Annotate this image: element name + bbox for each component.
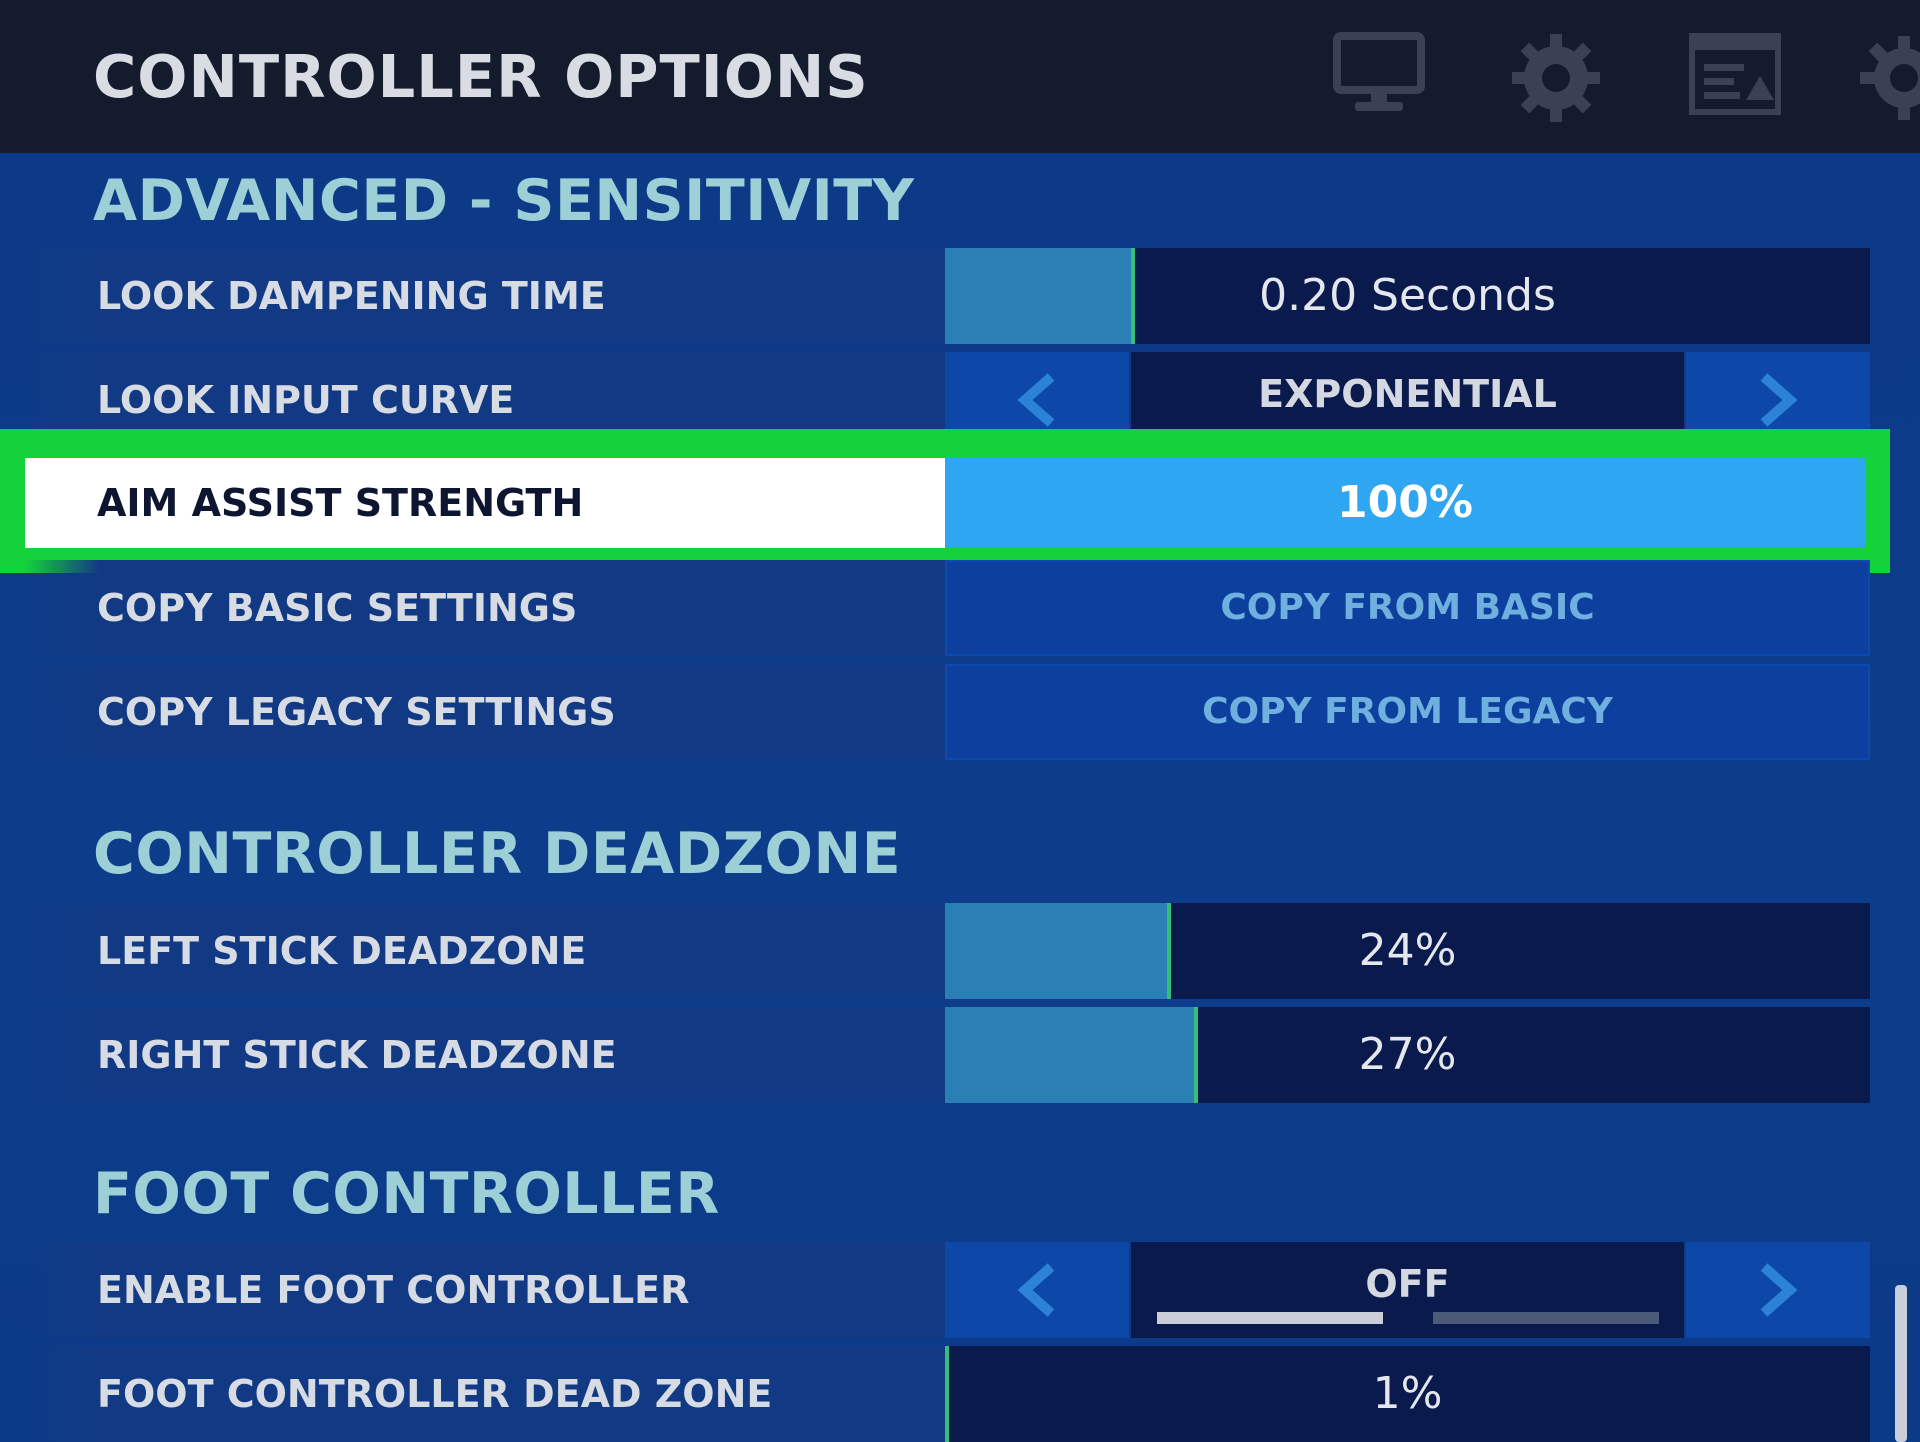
row-label: LEFT STICK DEADZONE	[97, 929, 587, 973]
gear-icon[interactable]	[1510, 32, 1602, 128]
slider-value: 24%	[1358, 925, 1457, 976]
top-bar: CONTROLLER OPTIONS	[0, 0, 1920, 153]
look-dampening-slider[interactable]: 0.20 Seconds	[945, 248, 1870, 344]
row-foot-controller-dead-zone[interactable]: FOOT CONTROLLER DEAD ZONE 1%	[25, 1346, 1870, 1442]
section-title-deadzone: CONTROLLER DEADZONE	[93, 821, 902, 887]
row-label: ENABLE FOOT CONTROLLER	[97, 1268, 690, 1312]
row-label: COPY BASIC SETTINGS	[97, 586, 578, 630]
row-copy-basic: COPY BASIC SETTINGS COPY FROM BASIC	[25, 560, 1870, 656]
slider-value: 100%	[1337, 477, 1473, 528]
left-stick-deadzone-slider[interactable]: 24%	[945, 903, 1870, 999]
button-label: COPY FROM LEGACY	[1202, 691, 1613, 732]
row-label: RIGHT STICK DEADZONE	[97, 1033, 617, 1077]
option-indicator-inactive	[1433, 1312, 1659, 1324]
hud-layout-icon[interactable]	[1688, 32, 1782, 120]
slider-value: 1%	[1372, 1368, 1443, 1419]
row-left-stick-deadzone[interactable]: LEFT STICK DEADZONE 24%	[25, 903, 1870, 999]
gear-refresh-icon[interactable]	[1858, 32, 1920, 128]
right-stick-deadzone-slider[interactable]: 27%	[945, 1007, 1870, 1103]
foot-controller-dead-zone-slider[interactable]: 1%	[945, 1346, 1870, 1442]
row-label: LOOK DAMPENING TIME	[97, 274, 606, 318]
section-title-sensitivity: ADVANCED - SENSITIVITY	[93, 168, 915, 234]
copy-from-basic-button[interactable]: COPY FROM BASIC	[945, 560, 1870, 656]
row-enable-foot-controller[interactable]: ENABLE FOOT CONTROLLER OFF	[25, 1242, 1870, 1338]
selector-value: EXPONENTIAL	[1258, 372, 1557, 416]
slider-value: 0.20 Seconds	[1259, 270, 1556, 321]
row-right-stick-deadzone[interactable]: RIGHT STICK DEADZONE 27%	[25, 1007, 1870, 1103]
row-copy-legacy: COPY LEGACY SETTINGS COPY FROM LEGACY	[25, 664, 1870, 760]
aim-assist-slider[interactable]: 100%	[945, 458, 1865, 548]
scrollbar[interactable]	[1895, 1285, 1907, 1442]
row-label: AIM ASSIST STRENGTH	[97, 481, 584, 525]
row-label: COPY LEGACY SETTINGS	[97, 690, 616, 734]
row-look-dampening[interactable]: LOOK DAMPENING TIME 0.20 Seconds	[25, 248, 1870, 344]
slider-value: 27%	[1358, 1029, 1457, 1080]
button-label: COPY FROM BASIC	[1220, 587, 1595, 628]
chevron-right-icon[interactable]	[1686, 1242, 1870, 1338]
chevron-left-icon[interactable]	[945, 1242, 1129, 1338]
enable-foot-controller-selector[interactable]: OFF	[945, 1242, 1870, 1338]
page-title: CONTROLLER OPTIONS	[93, 42, 869, 111]
row-label: FOOT CONTROLLER DEAD ZONE	[97, 1372, 773, 1416]
selector-value-box: OFF	[1131, 1242, 1684, 1338]
copy-from-legacy-button[interactable]: COPY FROM LEGACY	[945, 664, 1870, 760]
section-title-foot: FOOT CONTROLLER	[93, 1161, 720, 1227]
option-indicator-active	[1157, 1312, 1383, 1324]
monitor-icon[interactable]	[1333, 32, 1425, 120]
